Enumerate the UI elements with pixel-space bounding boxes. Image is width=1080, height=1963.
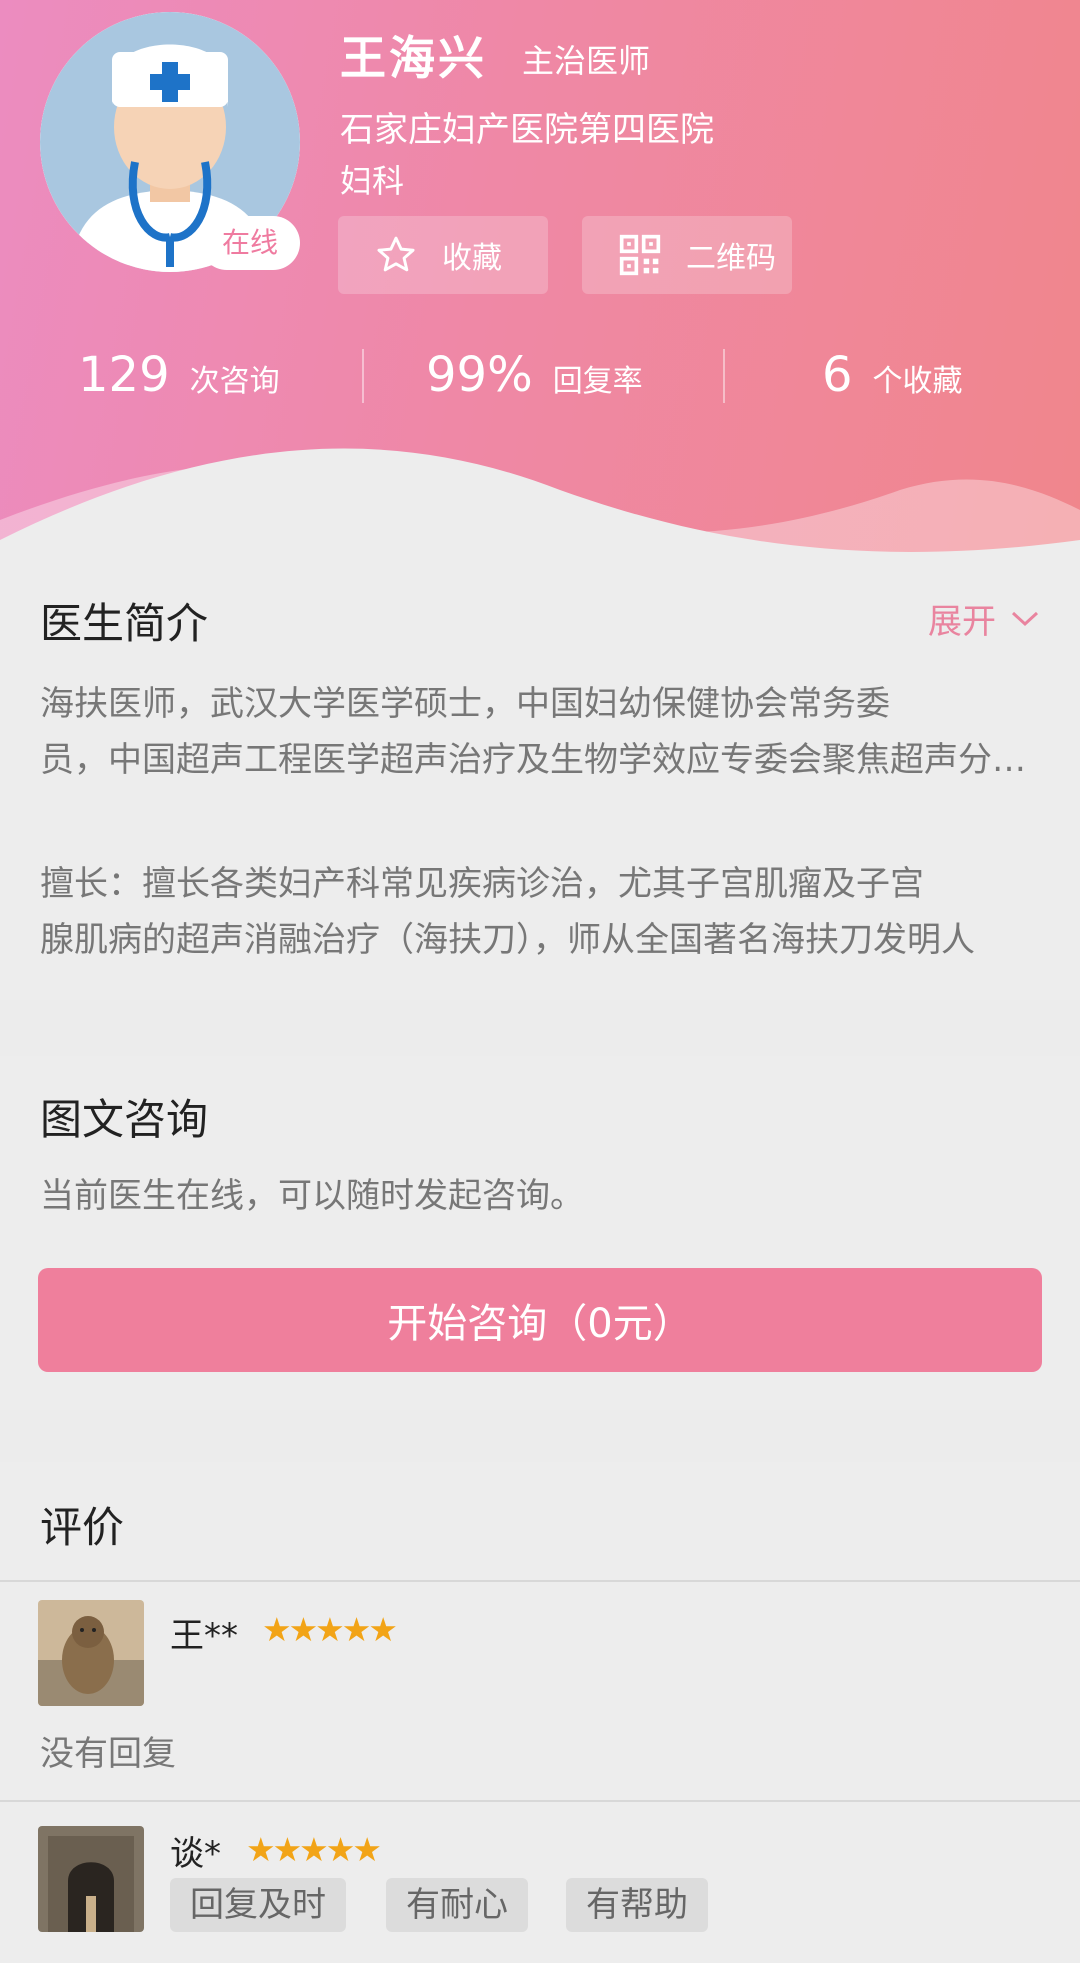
expertise-text-line: 腺肌病的超声消融治疗（海扶刀），师从全国著名海扶刀发明人	[40, 920, 975, 960]
divider	[0, 1580, 1080, 1582]
text-consult-section: 图文咨询 当前医生在线，可以随时发起咨询。 开始咨询（0元）	[0, 1056, 1080, 1410]
reviews-section: 评价 王** ★★★★★ 没有回复 谈* ★★★★★ 回复及时 有耐心 有帮助	[0, 1462, 1080, 1963]
expand-label: 展开	[928, 602, 996, 642]
intro-text-line: 员，中国超声工程医学超声治疗及生物学效应专委会聚焦超声分会委员	[40, 740, 1040, 780]
review-item: 王** ★★★★★ 没有回复	[0, 1600, 1080, 1774]
star-outline-icon	[377, 236, 415, 272]
stat-divider	[723, 349, 725, 403]
rating-stars: ★★★★★	[262, 1610, 398, 1649]
intro-title: 医生简介	[40, 599, 209, 648]
online-status-badge: 在线	[200, 216, 300, 270]
stat-label: 个收藏	[872, 364, 963, 399]
rating-stars: ★★★★★	[246, 1830, 382, 1869]
expand-button[interactable]: 展开	[928, 594, 1040, 643]
reviewer-name: 王**	[170, 1616, 238, 1656]
header-wave-decoration	[0, 448, 1080, 560]
consult-subtitle: 当前医生在线，可以随时发起咨询。	[40, 1176, 584, 1216]
favorite-label: 收藏	[442, 241, 502, 276]
start-consult-button[interactable]: 开始咨询（0元）	[38, 1268, 1042, 1372]
reviewer-avatar[interactable]	[38, 1600, 144, 1706]
favorite-button[interactable]: 收藏	[338, 216, 548, 294]
doctor-intro-section: 医生简介 展开 海扶医师，武汉大学医学硕士，中国妇幼保健协会常务委 员，中国超声…	[0, 560, 1080, 1000]
reviewer-avatar-photo	[38, 1826, 144, 1932]
stat-divider	[362, 349, 364, 403]
review-tag: 回复及时	[170, 1878, 346, 1932]
doctor-stats: 129 次咨询 99% 回复率 6 个收藏	[0, 335, 1080, 425]
intro-text-line: 海扶医师，武汉大学医学硕士，中国妇幼保健协会常务委	[40, 684, 890, 724]
review-tag: 有耐心	[386, 1878, 528, 1932]
doctor-department: 妇科	[340, 162, 405, 200]
reviewer-avatar-photo	[38, 1600, 144, 1706]
doctor-hospital: 石家庄妇产医院第四医院	[340, 110, 714, 150]
stat-value: 99%	[426, 347, 533, 403]
qrcode-label: 二维码	[686, 241, 776, 276]
reviewer-avatar[interactable]	[38, 1826, 144, 1932]
review-tag: 有帮助	[566, 1878, 708, 1932]
stat-value: 129	[78, 347, 170, 403]
stat-label: 次咨询	[189, 364, 280, 399]
doctor-name: 王海兴	[340, 31, 487, 85]
review-item: 谈* ★★★★★ 回复及时 有耐心 有帮助	[0, 1826, 1080, 1956]
divider	[0, 1800, 1080, 1802]
review-text: 没有回复	[40, 1734, 176, 1774]
reviewer-name: 谈*	[170, 1834, 221, 1874]
chevron-down-icon	[1011, 611, 1039, 626]
stat-value: 6	[822, 347, 853, 403]
stat-reply-rate: 99% 回复率	[426, 347, 643, 437]
reviews-title: 评价	[40, 1503, 125, 1552]
qrcode-icon	[619, 234, 661, 276]
doctor-title: 主治医师	[522, 42, 651, 80]
stat-consultations: 129 次咨询	[78, 347, 280, 437]
qrcode-button[interactable]: 二维码	[582, 216, 792, 294]
expertise-text-line: 擅长：擅长各类妇产科常见疾病诊治，尤其子宫肌瘤及子宫	[40, 864, 924, 904]
stat-label: 回复率	[552, 364, 643, 399]
doctor-header: 在线 王海兴 主治医师 石家庄妇产医院第四医院 妇科 收藏 二维码 129 次咨…	[0, 0, 1080, 560]
stat-favorites: 6 个收藏	[822, 347, 963, 437]
consult-title: 图文咨询	[40, 1095, 209, 1144]
